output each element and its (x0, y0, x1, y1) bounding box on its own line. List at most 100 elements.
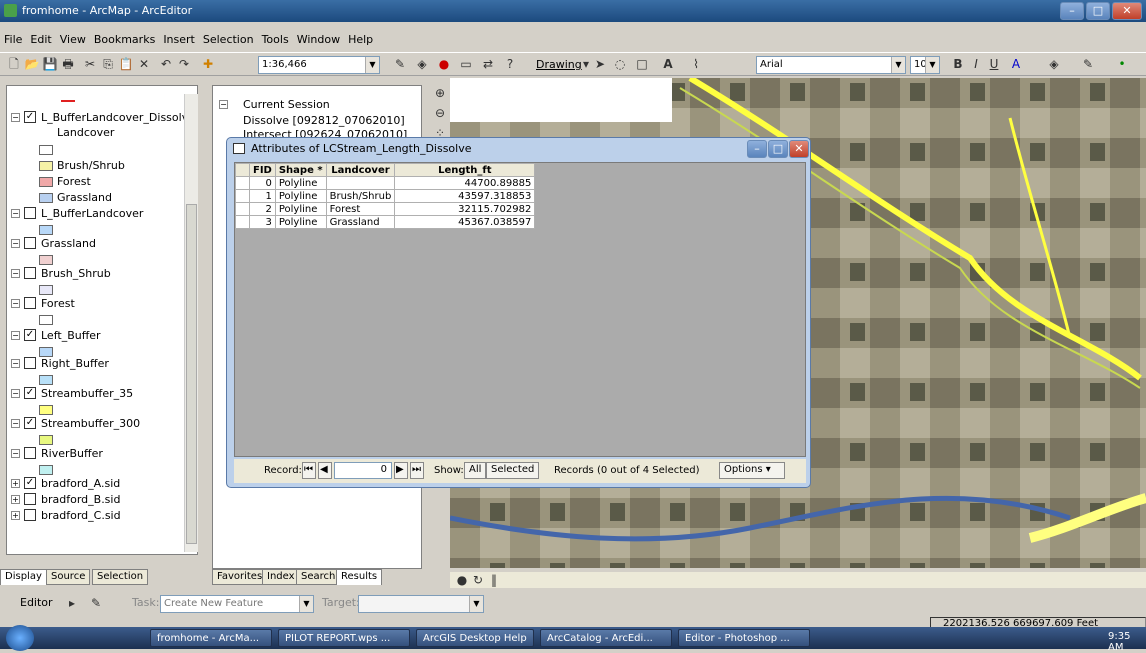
chevron-down-icon[interactable]: ▼ (299, 596, 313, 612)
cell[interactable]: 3 (249, 215, 276, 229)
cell[interactable]: Polyline (274, 176, 327, 190)
task-pilot-report[interactable]: PILOT REPORT.wps ... (278, 629, 410, 647)
editor-toolbar-icon[interactable]: ✎ (392, 56, 408, 72)
save-icon[interactable]: 💾 (42, 56, 58, 72)
select-elements-icon[interactable]: ➤ (592, 56, 608, 72)
editor-menu[interactable]: Editor (20, 596, 53, 609)
first-record-icon[interactable]: ⏮ (302, 462, 316, 479)
last-record-icon[interactable]: ⏭ (410, 462, 424, 479)
layer-checkbox[interactable] (24, 509, 36, 521)
line-color-icon[interactable]: ✎ (1080, 56, 1096, 72)
row-selector[interactable] (235, 202, 250, 216)
layer-name[interactable]: bradford_A.sid (41, 477, 120, 490)
font-combo[interactable]: Arial ▼ (756, 56, 906, 74)
copy-icon[interactable]: ⎘ (100, 56, 116, 72)
print-icon[interactable]: 🖶 (60, 56, 76, 72)
collapse-icon[interactable]: − (11, 389, 20, 398)
chevron-down-icon[interactable]: ▼ (469, 596, 483, 612)
menu-edit[interactable]: Edit (26, 30, 55, 49)
layer-checkbox[interactable] (24, 207, 36, 219)
collapse-icon[interactable]: − (11, 419, 20, 428)
layer-name[interactable]: Streambuffer_300 (41, 417, 140, 430)
menu-bookmarks[interactable]: Bookmarks (90, 30, 159, 49)
col-landcover[interactable]: Landcover (325, 163, 396, 177)
menu-tools[interactable]: Tools (258, 30, 293, 49)
current-session-label[interactable]: Current Session (243, 98, 330, 111)
table-row[interactable]: 3 Polyline Grassland 45367.038597 (235, 215, 536, 229)
cell[interactable] (325, 176, 396, 190)
tab-results[interactable]: Results (336, 569, 383, 585)
tab-display[interactable]: Display (0, 569, 47, 585)
menu-file[interactable]: File (0, 30, 26, 49)
start-button[interactable] (6, 625, 34, 651)
expand-icon[interactable]: + (11, 495, 20, 504)
result-label[interactable]: Dissolve [092812_07062010] (243, 114, 405, 127)
tab-selection[interactable]: Selection (92, 569, 149, 585)
layer-checkbox[interactable]: ✓ (24, 329, 36, 341)
underline-icon[interactable]: U (986, 56, 1002, 72)
layer-name[interactable]: Streambuffer_35 (41, 387, 133, 400)
show-selected-button[interactable]: Selected (486, 462, 540, 479)
sketch-tool-icon[interactable]: ✎ (88, 595, 104, 611)
collapse-icon[interactable]: − (11, 239, 20, 248)
cell[interactable]: Polyline (274, 202, 327, 216)
layer-checkbox[interactable] (24, 447, 36, 459)
paste-icon[interactable]: 📋 (118, 56, 134, 72)
target-combo[interactable]: ▼ (358, 595, 484, 613)
col-shape[interactable]: Shape * (274, 163, 327, 177)
chevron-down-icon[interactable]: ▼ (925, 57, 939, 73)
layer-checkbox[interactable] (24, 267, 36, 279)
collapse-icon[interactable]: − (11, 449, 20, 458)
task-arcmap[interactable]: fromhome - ArcMa... (150, 629, 272, 647)
minimize-button[interactable]: – (747, 140, 767, 158)
cell[interactable]: Polyline (274, 189, 327, 203)
layer-checkbox[interactable]: ✓ (24, 477, 36, 489)
layer-name[interactable]: Grassland (41, 237, 96, 250)
layer-name[interactable]: bradford_B.sid (41, 493, 120, 506)
cell[interactable]: 44700.89885 (394, 176, 536, 190)
result-item[interactable]: Dissolve [092812_07062010] (243, 114, 405, 127)
toolbox-icon[interactable]: ● (436, 56, 452, 72)
italic-icon[interactable]: I (968, 56, 984, 72)
delete-icon[interactable]: ✕ (136, 56, 152, 72)
tab-index[interactable]: Index (262, 569, 300, 585)
next-record-icon[interactable]: ▶ (394, 462, 408, 479)
menu-help[interactable]: Help (344, 30, 377, 49)
menu-view[interactable]: View (56, 30, 90, 49)
row-selector[interactable] (235, 215, 250, 229)
cell[interactable]: 43597.318853 (394, 189, 536, 203)
cell[interactable]: 2 (249, 202, 276, 216)
tab-search[interactable]: Search (296, 569, 341, 585)
task-arccatalog[interactable]: ArcCatalog - ArcEdi... (540, 629, 672, 647)
marker-color-icon[interactable]: • (1114, 56, 1130, 72)
cell[interactable]: Polyline (274, 215, 327, 229)
record-input[interactable]: 0 (334, 462, 392, 479)
font-color-icon[interactable]: A (1008, 56, 1024, 72)
table-row[interactable]: 2 Polyline Forest 32115.702982 (235, 202, 536, 216)
edit-tool-icon[interactable]: ▸ (64, 595, 80, 611)
data-view-icon[interactable]: ● (454, 572, 470, 588)
bold-icon[interactable]: B (950, 56, 966, 72)
drawing-menu[interactable]: Drawing (536, 58, 582, 71)
cell[interactable]: Brush/Shrub (325, 189, 396, 203)
layer-name[interactable]: L_BufferLandcover_Dissolv (41, 111, 188, 124)
task-arcgis-help[interactable]: ArcGIS Desktop Help (416, 629, 534, 647)
menu-window[interactable]: Window (293, 30, 344, 49)
task-photoshop[interactable]: Editor - Photoshop ... (678, 629, 810, 647)
toc-scrollbar[interactable] (184, 94, 198, 552)
table-row[interactable]: 1 Polyline Brush/Shrub 43597.318853 (235, 189, 536, 203)
layer-name[interactable]: Brush_Shrub (41, 267, 111, 280)
layer-checkbox[interactable] (24, 297, 36, 309)
cell[interactable]: Grassland (325, 215, 396, 229)
expand-icon[interactable]: + (11, 479, 20, 488)
rotate-icon[interactable]: ◌ (612, 56, 628, 72)
layer-name[interactable]: bradford_C.sid (41, 509, 121, 522)
pause-icon[interactable]: ‖ (486, 572, 502, 588)
tab-favorites[interactable]: Favorites (212, 569, 268, 585)
row-selector[interactable] (235, 189, 250, 203)
font-size-combo[interactable]: 10 ▼ (910, 56, 940, 74)
expand-icon[interactable]: + (11, 511, 20, 520)
layer-checkbox[interactable]: ✓ (24, 111, 36, 123)
cell[interactable]: 0 (249, 176, 276, 190)
text-icon[interactable]: A (660, 56, 676, 72)
